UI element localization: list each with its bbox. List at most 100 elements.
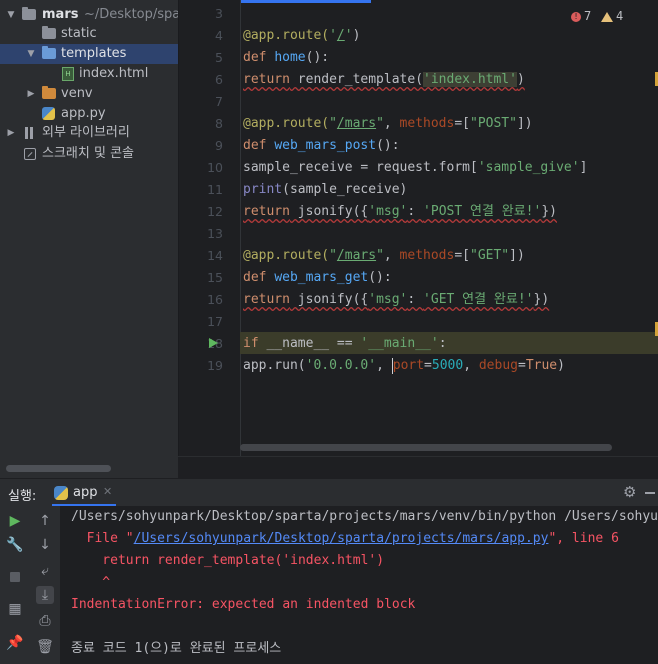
- tree-item-templates[interactable]: ▼ templates: [0, 44, 178, 64]
- run-toolbar-primary: ▶ 🔧 ▦ 📌: [0, 506, 31, 664]
- line-number: 14: [207, 248, 223, 263]
- run-tab-app[interactable]: app ✕: [52, 479, 116, 506]
- tree-item-label: templates: [61, 46, 127, 61]
- chevron-down-icon[interactable]: ▼: [26, 49, 36, 59]
- wrench-icon[interactable]: 🔧: [6, 536, 24, 554]
- chevron-right-icon[interactable]: ▶: [6, 128, 16, 138]
- code-line-10: sample_receive = request.form['sample_gi…: [243, 160, 588, 175]
- code-line-9: def web_mars_post():: [243, 138, 400, 153]
- tree-root-mars[interactable]: ▼ mars ~/Desktop/sparta/projects/mars: [0, 5, 178, 25]
- editor-tab-indicator: [241, 0, 371, 3]
- console-line: 종료 코드 1(으)로 완료된 프로세스: [71, 641, 282, 656]
- gear-icon[interactable]: ⚙: [623, 485, 637, 500]
- code-line-18: if __name__ == '__main__':: [243, 336, 447, 351]
- run-console[interactable]: /Users/sohyunpark/Desktop/sparta/project…: [60, 506, 658, 664]
- editor-scrollbar[interactable]: [240, 444, 612, 451]
- tree-item-static[interactable]: static: [0, 24, 178, 44]
- error-icon: !: [571, 11, 581, 22]
- run-window-title: 실행:: [8, 489, 37, 504]
- line-number: 7: [215, 94, 223, 109]
- tree-item-app-py[interactable]: app.py: [0, 104, 178, 124]
- root-folder-name: mars: [42, 7, 79, 22]
- run-tab-label: app: [73, 485, 98, 500]
- folder-icon: [22, 7, 36, 20]
- code-line-11: print(sample_receive): [243, 182, 408, 197]
- stop-icon[interactable]: [6, 568, 24, 586]
- layout-icon[interactable]: ▦: [6, 600, 24, 618]
- console-line: /Users/sohyunpark/Desktop/sparta/project…: [71, 509, 658, 524]
- print-icon[interactable]: ⎙: [36, 612, 54, 630]
- code-line-12: return jsonify({'msg': 'POST 연결 완료!'}): [243, 204, 557, 219]
- rerun-icon[interactable]: ▶: [6, 512, 24, 530]
- error-count-badge[interactable]: ! 7: [571, 9, 591, 23]
- library-icon: [24, 127, 36, 139]
- tree-item-label: static: [61, 26, 97, 41]
- line-number: 5: [215, 50, 223, 65]
- arrow-down-icon[interactable]: ↓: [36, 536, 54, 554]
- code-line-5: def home():: [243, 50, 330, 65]
- code-line-6: return render_template('index.html'): [243, 72, 525, 87]
- run-gutter-icon[interactable]: [209, 338, 218, 348]
- soft-wrap-icon[interactable]: ⤶: [36, 562, 54, 580]
- python-file-icon: [42, 107, 55, 120]
- tree-item-label: 스크래치 및 콘솔: [42, 146, 134, 161]
- project-tree: ▼ mars ~/Desktop/sparta/projects/mars st…: [0, 0, 178, 478]
- file-link[interactable]: /Users/sohyunpark/Desktop/sparta/project…: [134, 531, 549, 546]
- chevron-right-icon[interactable]: ▶: [26, 89, 36, 99]
- warning-count-badge[interactable]: 4: [601, 9, 623, 23]
- code-line-15: def web_mars_get():: [243, 270, 392, 285]
- code-editor[interactable]: @app.route('/') def home(): return rende…: [240, 0, 658, 456]
- console-line: IndentationError: expected an indented b…: [71, 597, 416, 612]
- line-number: 15: [207, 270, 223, 285]
- code-line-4: @app.route('/'): [243, 28, 361, 43]
- arrow-up-icon[interactable]: ↑: [36, 512, 54, 530]
- line-number: 6: [215, 72, 223, 87]
- chevron-down-icon[interactable]: ▼: [6, 10, 16, 20]
- line-number: 12: [207, 204, 223, 219]
- line-number: 19: [207, 358, 223, 373]
- line-number: 17: [207, 314, 223, 329]
- tree-item-label: 외부 라이브러리: [42, 125, 130, 140]
- tree-item-venv[interactable]: ▶ venv: [0, 84, 178, 104]
- line-number: 3: [215, 6, 223, 21]
- line-number: 9: [215, 138, 223, 153]
- tree-item-label: index.html: [79, 66, 149, 81]
- close-icon[interactable]: ✕: [103, 485, 112, 498]
- tree-item-label: venv: [61, 86, 93, 101]
- tree-item-label: app.py: [61, 106, 106, 121]
- warning-icon: [601, 11, 613, 22]
- root-folder-path: ~/Desktop/sparta/projects/mars: [84, 7, 178, 22]
- tree-scrollbar[interactable]: [6, 465, 111, 472]
- line-number: 10: [207, 160, 223, 175]
- console-line: ^: [71, 575, 111, 590]
- console-line: File "/Users/sohyunpark/Desktop/sparta/p…: [71, 531, 619, 546]
- code-line-14: @app.route("/mars", methods=["GET"]): [243, 248, 525, 263]
- editor-bottom-bar: [178, 456, 658, 479]
- scroll-to-end-icon[interactable]: ⤓: [36, 586, 54, 604]
- run-window-header: 실행: app ✕ ⚙: [0, 478, 658, 507]
- html-file-icon: H: [62, 67, 74, 81]
- scratch-icon: [24, 148, 36, 160]
- trash-icon[interactable]: 🗑: [36, 638, 54, 656]
- line-number: 11: [207, 182, 223, 197]
- folder-icon: [42, 46, 56, 59]
- line-number: 4: [215, 28, 223, 43]
- run-toolbar-secondary: ↑ ↓ ⤶ ⤓ ⎙ 🗑: [30, 506, 60, 664]
- editor-gutter: 3 4 5 6 7 8 9 10 11 12 13 14 15 16 17 18…: [178, 0, 241, 456]
- code-line-8: @app.route("/mars", methods=["POST"]): [243, 116, 533, 131]
- pin-icon[interactable]: 📌: [6, 634, 24, 652]
- line-number: 16: [207, 292, 223, 307]
- line-number: 13: [207, 226, 223, 241]
- tree-item-index-html[interactable]: H index.html: [0, 64, 178, 84]
- python-icon: [54, 486, 68, 500]
- minimize-icon[interactable]: [645, 492, 655, 494]
- tree-item-scratches[interactable]: 스크래치 및 콘솔: [0, 144, 178, 164]
- console-line: return render_template('index.html'): [71, 553, 385, 568]
- folder-icon: [42, 86, 56, 99]
- editor-divider: [240, 0, 241, 456]
- folder-icon: [42, 26, 56, 39]
- line-number: 8: [215, 116, 223, 131]
- code-line-16: return jsonify({'msg': 'GET 연결 완료!'}): [243, 292, 550, 307]
- code-line-19: app.run('0.0.0.0', port=5000, debug=True…: [243, 357, 565, 374]
- tree-item-external-libraries[interactable]: ▶ 외부 라이브러리: [0, 123, 178, 143]
